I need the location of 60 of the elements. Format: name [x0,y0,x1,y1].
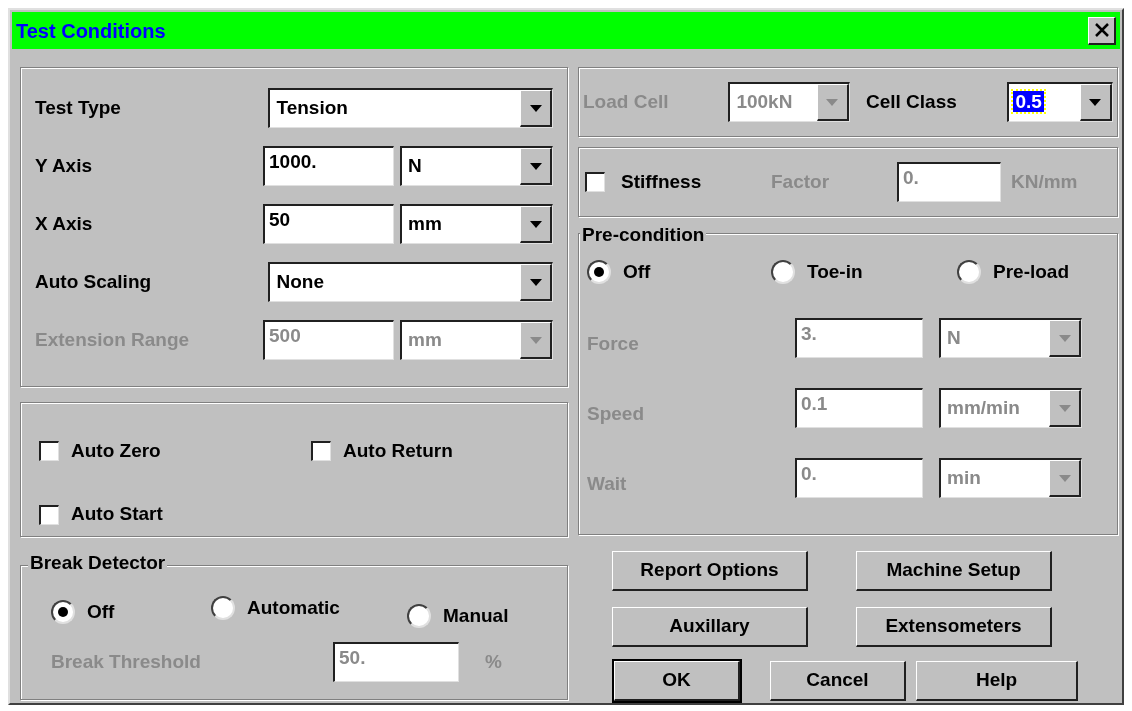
radio-label: Off [87,599,115,624]
caret-icon [1058,334,1071,342]
dropdown[interactable]: N [400,146,553,186]
dropdown-button[interactable] [520,148,552,185]
caret-icon [529,104,542,112]
caret-icon [1058,404,1071,412]
caret-icon [529,336,542,344]
dialog-button[interactable]: Help [916,661,1078,701]
radio-label: Automatic [247,595,340,620]
dialog-button[interactable]: Auxillary [612,607,808,647]
input-field[interactable]: 50 [263,204,394,244]
input-field[interactable]: 1000. [263,146,394,186]
caret-icon [1089,98,1102,106]
dialog-button[interactable]: Cancel [770,661,906,701]
dropdown-button[interactable] [1049,390,1081,427]
radio-label: Off [623,259,651,284]
checkbox[interactable] [311,441,331,461]
close-icon [1094,23,1109,37]
dropdown[interactable]: Tension [268,88,553,128]
dialog-button[interactable]: OK [614,661,740,701]
unit-label: % [485,649,502,674]
window-title: Test Conditions [16,18,166,44]
radio-button[interactable] [211,596,235,620]
checkbox-label: Auto Return [343,438,453,463]
dropdown-button[interactable] [520,264,552,301]
caret-icon [529,220,542,228]
radio-button[interactable] [771,260,795,284]
field-label: X Axis [35,211,94,236]
dialog-button[interactable]: Extensometers [856,607,1052,647]
checkbox-label: Auto Start [71,502,163,527]
checkbox-label: Auto Zero [71,438,161,463]
radio-button[interactable] [51,600,75,624]
radio-label: Manual [443,603,509,628]
checkbox[interactable] [39,504,59,525]
dropdown-button[interactable] [1049,460,1081,497]
field-label: Test Type [35,95,122,120]
radio-button[interactable] [407,604,431,628]
radio-label: Toe-in [807,259,863,284]
dialog-button[interactable]: Machine Setup [856,551,1052,591]
caret-icon [529,278,542,286]
caret-icon [529,162,542,170]
dropdown-button[interactable] [520,206,552,243]
field-label: Y Axis [35,153,94,178]
dropdown-button[interactable] [520,90,552,127]
dropdown-button[interactable] [1080,84,1112,121]
dropdown-button[interactable] [520,322,552,359]
field-label: Auto Scaling [35,269,153,294]
close-button[interactable] [1088,16,1116,45]
dropdown-button[interactable] [1049,320,1081,357]
dropdown[interactable]: mm [400,204,553,244]
radio-button[interactable] [957,260,981,284]
dialog-button[interactable]: Report Options [612,551,808,591]
radio-button[interactable] [587,260,611,284]
dropdown[interactable]: None [268,262,553,302]
caret-icon [826,98,839,106]
caret-icon [1058,474,1071,482]
radio-label: Pre-load [993,259,1070,284]
checkbox[interactable] [39,441,59,461]
checkbox-label: Stiffness [621,169,703,194]
field-label: Cell Class [865,89,958,114]
